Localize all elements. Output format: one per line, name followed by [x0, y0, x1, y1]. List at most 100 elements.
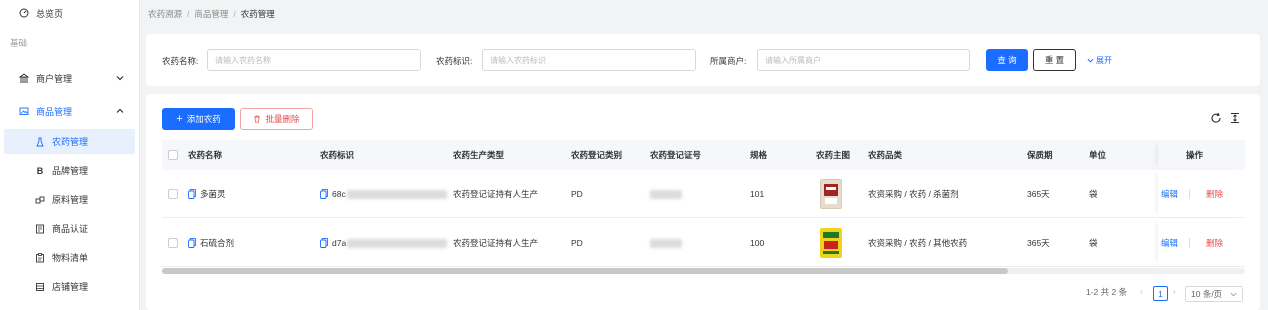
column-header[interactable]: 农药主图	[816, 140, 850, 170]
reset-button[interactable]: 重 置	[1033, 49, 1076, 71]
sidebar-item-label: 农药管理	[52, 137, 89, 147]
sidebar-item-label: 物料清单	[52, 253, 89, 263]
batch-delete-button[interactable]: 批量删除	[240, 108, 313, 130]
row-checkbox[interactable]	[168, 189, 178, 199]
add-pesticide-label: 添加农药	[186, 114, 221, 124]
action-divider	[1189, 189, 1190, 199]
column-header[interactable]: 农药品类	[868, 140, 902, 170]
sidebar-item-label: 商品认证	[52, 224, 89, 234]
copy-icon[interactable]	[320, 189, 328, 199]
breadcrumb-item[interactable]: 商品管理	[194, 8, 228, 20]
pesticide-name-cell: 石硫合剂	[188, 219, 234, 267]
pesticide-name-input[interactable]: 请输入农药名称	[207, 49, 421, 71]
page-number-current[interactable]: 1	[1153, 286, 1168, 301]
redacted-id	[347, 238, 448, 248]
page-size-value: 10 条/页	[1191, 289, 1223, 299]
chevron-up-icon	[116, 108, 124, 113]
query-button[interactable]: 查 询	[986, 49, 1028, 71]
production-type-cell: 农药登记证持有人生产	[453, 189, 539, 199]
sidebar-item-label: 总览页	[36, 8, 64, 19]
copy-icon[interactable]	[320, 238, 328, 248]
column-header[interactable]: 农药登记类别	[571, 140, 622, 170]
expand-toggle[interactable]: 展开	[1087, 55, 1112, 66]
copy-icon[interactable]	[188, 189, 196, 199]
spec-cell: 101	[750, 189, 765, 199]
sidebar-group-label: 基础	[10, 38, 28, 48]
clipboard-icon	[34, 252, 46, 264]
prev-page-icon[interactable]: ‹	[1140, 286, 1143, 296]
product-thumbnail[interactable]	[820, 228, 842, 258]
pesticide-id-prefix: d7a	[332, 238, 347, 248]
sidebar-item-overview[interactable]: 总览页	[0, 0, 140, 26]
chevron-down-icon	[1087, 58, 1094, 63]
pesticide-id-input[interactable]: 请输入农药标识	[482, 49, 696, 71]
breadcrumb: 农药溯源 / 商品管理 / 农药管理	[148, 0, 275, 28]
add-pesticide-button[interactable]: + 添加农药	[162, 108, 235, 130]
registration-category-cell: PD	[571, 238, 583, 248]
next-page-icon[interactable]: ›	[1173, 286, 1176, 296]
pesticide-id-label: 农药标识:	[436, 56, 473, 66]
select-all-checkbox[interactable]	[168, 150, 178, 160]
sidebar-item-certification[interactable]: 商品认证	[0, 216, 140, 241]
product-image	[821, 229, 841, 257]
registration-number-cell	[650, 170, 682, 218]
delete-link[interactable]: 删除	[1206, 170, 1223, 218]
breadcrumb-separator: /	[233, 9, 236, 19]
brand-b-icon: B	[36, 165, 44, 176]
copy-icon[interactable]	[188, 238, 196, 248]
table-row: 石硫合剂 d7a 农药登记证持有人生产 PD 100 农资采购 / 农药 / 其…	[162, 219, 1245, 267]
chevron-down-icon	[116, 76, 124, 81]
pesticide-name: 多菌灵	[200, 189, 226, 199]
breadcrumb-item[interactable]: 农药溯源	[148, 8, 182, 20]
column-header[interactable]: 农药名称	[188, 140, 222, 170]
plus-icon: +	[176, 112, 183, 125]
sidebar-item-brand[interactable]: B 品牌管理	[0, 158, 140, 183]
edit-link[interactable]: 编辑	[1161, 170, 1178, 218]
sidebar-item-bom[interactable]: 物料清单	[0, 245, 140, 270]
page-size-select[interactable]: 10 条/页	[1185, 286, 1243, 302]
refresh-icon[interactable]	[1210, 112, 1222, 124]
store-icon	[34, 281, 46, 293]
batch-delete-label: 批量删除	[265, 114, 300, 124]
spec-cell: 100	[750, 238, 765, 248]
column-header[interactable]: 规格	[750, 140, 767, 170]
unit-cell: 袋	[1089, 189, 1098, 199]
sidebar: 总览页 基础 商户管理 商品管理 农药管理 B 品牌管理 原料管理 商品认证 物…	[0, 0, 140, 310]
category-cell: 农资采购 / 农药 / 其他农药	[868, 238, 968, 248]
redacted-registration-number	[650, 189, 682, 199]
sidebar-item-store[interactable]: 店铺管理	[0, 274, 140, 299]
merchant-input[interactable]: 请输入所属商户	[757, 49, 970, 71]
pesticide-name: 石硫合剂	[200, 238, 235, 248]
product-image	[821, 180, 841, 208]
column-header[interactable]: 农药生产类型	[453, 140, 504, 170]
horizontal-scrollbar[interactable]	[162, 268, 1245, 274]
sidebar-menu-label: 商品管理	[36, 106, 73, 117]
delete-link[interactable]: 删除	[1206, 219, 1223, 267]
column-header: 操作	[1186, 150, 1204, 160]
column-header[interactable]: 保质期	[1027, 140, 1053, 170]
action-divider	[1189, 238, 1190, 248]
dashboard-icon	[18, 7, 30, 19]
sidebar-menu-merchant[interactable]: 商户管理	[0, 65, 140, 91]
column-header[interactable]: 农药标识	[320, 140, 354, 170]
breadcrumb-current: 农药管理	[240, 9, 275, 19]
sidebar-item-pesticide[interactable]: 农药管理	[4, 129, 135, 154]
table-header: 农药名称 农药标识 农药生产类型 农药登记类别 农药登记证号 规格 农药主图 农…	[162, 140, 1245, 170]
puzzle-icon	[34, 194, 46, 206]
registration-number-cell	[650, 219, 682, 267]
scrollbar-thumb[interactable]	[162, 268, 1008, 274]
column-header[interactable]: 农药登记证号	[650, 140, 701, 170]
table-row: 多菌灵 68c 农药登记证持有人生产 PD 101 农资采购 / 农药 / 杀菌…	[162, 170, 1245, 218]
breadcrumb-separator: /	[187, 9, 190, 19]
product-thumbnail[interactable]	[820, 179, 842, 209]
category-cell: 农资采购 / 农药 / 杀菌剂	[868, 189, 959, 199]
certificate-icon	[34, 223, 46, 235]
sidebar-item-material[interactable]: 原料管理	[0, 187, 140, 212]
column-header[interactable]: 单位	[1089, 140, 1106, 170]
expand-label: 展开	[1096, 56, 1112, 65]
edit-link[interactable]: 编辑	[1161, 219, 1178, 267]
image-icon	[18, 105, 30, 117]
row-checkbox[interactable]	[168, 238, 178, 248]
column-height-icon[interactable]	[1229, 112, 1241, 124]
sidebar-menu-product[interactable]: 商品管理	[0, 98, 140, 124]
